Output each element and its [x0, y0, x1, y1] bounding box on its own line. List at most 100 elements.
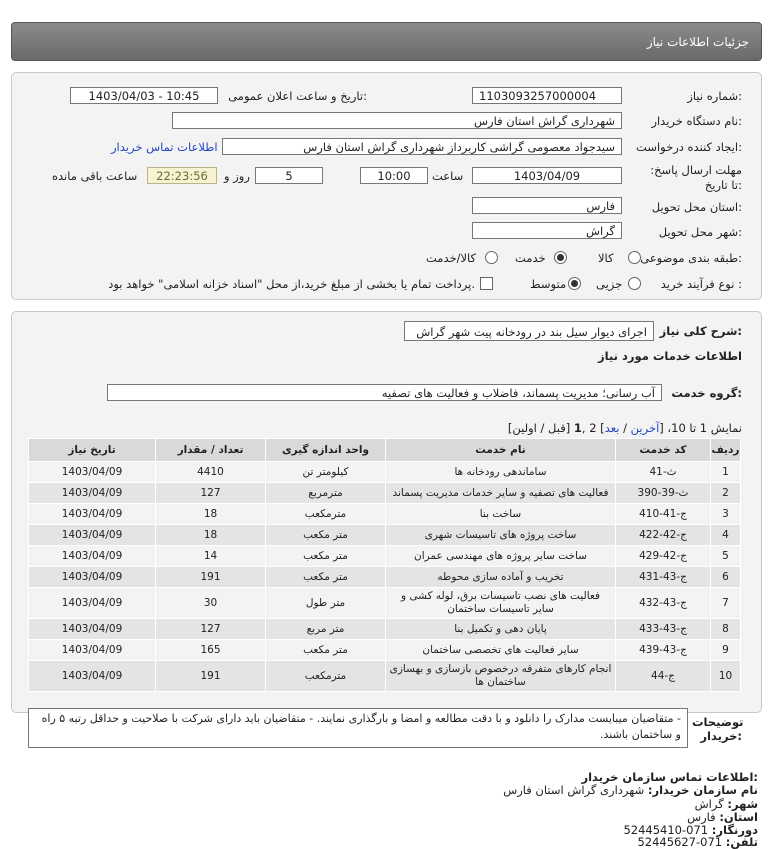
city-label: شهر محل تحویل:: [658, 225, 742, 239]
cell-quantity: 191: [155, 660, 266, 692]
contact-org-label: نام سازمان خریدار:: [647, 783, 758, 797]
contact-phone-value: 071-52445627: [637, 835, 723, 849]
process-label: نوع فرآیند خرید :: [660, 277, 742, 291]
cell-row-number: 3: [710, 503, 741, 525]
services-heading: اطلاعات خدمات مورد نیاز: [598, 349, 742, 363]
buyer-org-field: شهرداری گراش استان فارس: [172, 112, 622, 129]
buyer-contact-link[interactable]: اطلاعات تماس خریدار: [111, 140, 218, 154]
page-title: جزئیات اطلاعات نیاز: [646, 35, 749, 49]
pagination-prefix: نمایش 1 تا 10، [: [659, 421, 742, 435]
pagination-next-link[interactable]: بعد: [605, 421, 620, 435]
cell-quantity: 127: [155, 618, 266, 640]
cell-quantity: 127: [155, 482, 266, 504]
contact-org-value: شهرداری گراش استان فارس: [503, 783, 645, 797]
cell-unit: متر مربع: [265, 618, 386, 640]
cell-unit: متر مکعب: [265, 545, 386, 567]
table-row: 8 ج-43-433 پایان دهی و تکمیل بنا متر مربع 12…: [28, 618, 741, 640]
col-header-name: نام خدمت: [385, 438, 616, 462]
col-header-unit: واحد اندازه گیری: [265, 438, 386, 462]
service-group-field: آب رسانی؛ مدیریت پسماند، فاضلاب و فعالیت…: [107, 384, 662, 401]
payment-text: پرداخت تمام یا بخشی از مبلغ خرید،از محل …: [108, 277, 475, 291]
remaining-time-field: 22:23:56: [147, 167, 217, 184]
table-header-row: ردیف کد خدمت نام خدمت واحد اندازه گیری ت…: [28, 438, 741, 462]
process-radio-minor[interactable]: [628, 277, 641, 290]
cell-row-number: 7: [710, 587, 741, 619]
cell-quantity: 18: [155, 524, 266, 546]
contact-org: نام سازمان خریدار: شهرداری گراش استان فا…: [503, 783, 758, 797]
contact-city-value: گراش: [694, 797, 724, 811]
pagination-sep: /: [619, 421, 631, 435]
cell-quantity: 18: [155, 503, 266, 525]
province-label: استان محل تحویل:: [651, 200, 742, 214]
category-option-goods: کالا: [598, 251, 614, 265]
cell-service-code: ج-42-422: [615, 524, 711, 546]
announce-label: تاریخ و ساعت اعلان عمومی:: [228, 89, 367, 103]
cell-need-date: 1403/04/09: [28, 660, 156, 692]
announce-field: 1403/04/03 - 10:45: [70, 87, 218, 104]
need-number-field: 1103093257000004: [472, 87, 622, 104]
table-row: 3 ج-41-410 ساخت بنا مترمکعب 18 1403/04/09: [28, 503, 741, 525]
table-row: 7 ج-43-432 فعالیت های نصب تاسیسات برق، لول…: [28, 587, 741, 619]
cell-service-code: ج-44: [615, 660, 711, 692]
cell-service-code: ج-43-433: [615, 618, 711, 640]
contact-phone-label: تلفن:: [725, 835, 758, 849]
category-radio-goods[interactable]: [628, 251, 641, 264]
cell-unit: کیلومتر تن: [265, 461, 386, 483]
cell-need-date: 1403/04/09: [28, 587, 156, 619]
notes-label: توضیحات خریدار:: [692, 715, 744, 743]
cell-need-date: 1403/04/09: [28, 482, 156, 504]
cell-unit: متر مکعب: [265, 566, 386, 588]
process-option-medium: متوسط: [530, 277, 567, 291]
cell-need-date: 1403/04/09: [28, 618, 156, 640]
cell-need-date: 1403/04/09: [28, 524, 156, 546]
cell-unit: مترمکعب: [265, 503, 386, 525]
cell-quantity: 4410: [155, 461, 266, 483]
cell-need-date: 1403/04/09: [28, 545, 156, 567]
table-row: 6 ج-43-431 تخریب و آماده سازی محوطه متر مکع…: [28, 566, 741, 588]
cell-row-number: 10: [710, 660, 741, 692]
payment-checkbox[interactable]: [480, 277, 493, 290]
cell-service-name: تخریب و آماده سازی محوطه: [385, 566, 616, 588]
contact-city-label: شهر:: [727, 797, 758, 811]
category-label: طبقه بندی موضوعی:: [640, 251, 742, 265]
table-row: 10 ج-44 انجام کارهای متفرقه درخصوص بازسازی…: [28, 660, 741, 692]
cell-service-name: سایر فعالیت های تخصصی ساختمان: [385, 639, 616, 661]
cell-row-number: 6: [710, 566, 741, 588]
table-row: 4 ج-42-422 ساخت پروژه های تاسیسات شهری متر …: [28, 524, 741, 546]
cell-need-date: 1403/04/09: [28, 503, 156, 525]
creator-field: سیدجواد معصومی گراشی کاربرداز شهرداری گر…: [222, 138, 622, 155]
pagination-current: 1: [573, 421, 582, 435]
cell-service-name: ساماندهی رودخانه ها: [385, 461, 616, 483]
buyer-org-label: نام دستگاه خریدار:: [651, 114, 742, 128]
deadline-time-field: 10:00: [360, 167, 428, 184]
cell-unit: متر مکعب: [265, 639, 386, 661]
need-number-label: شماره نیاز:: [687, 89, 742, 103]
service-group-label: گروه خدمت:: [671, 386, 742, 400]
cell-need-date: 1403/04/09: [28, 566, 156, 588]
cell-service-name: ساخت سایر پروژه های مهندسی عمران: [385, 545, 616, 567]
cell-row-number: 2: [710, 482, 741, 504]
contact-province-label: استان:: [719, 810, 758, 824]
table-row: 2 ث-39-390 فعالیت های تصفیه و سایر خدمات م…: [28, 482, 741, 504]
category-option-goods-service: کالا/خدمت: [426, 251, 477, 265]
cell-unit: مترمکعب: [265, 660, 386, 692]
pagination-mid: ] 2 ,: [581, 421, 605, 435]
category-option-service: خدمت: [515, 251, 546, 265]
table-row: 9 ج-43-439 سایر فعالیت های تخصصی ساختمان مت…: [28, 639, 741, 661]
cell-service-code: ث-41: [615, 461, 711, 483]
category-radio-service[interactable]: [554, 251, 567, 264]
table-row: 1 ث-41 ساماندهی رودخانه ها کیلومتر تن 4410 14…: [28, 461, 741, 483]
process-radio-medium[interactable]: [568, 277, 581, 290]
deadline-date-field: 1403/04/09: [472, 167, 622, 184]
cell-row-number: 5: [710, 545, 741, 567]
cell-service-code: ج-42-429: [615, 545, 711, 567]
category-radio-goods-service[interactable]: [485, 251, 498, 264]
pagination-suffix: [قبل / اولین]: [507, 421, 574, 435]
cell-quantity: 191: [155, 566, 266, 588]
pagination-last-link[interactable]: آخرین: [631, 421, 660, 435]
col-header-row-number: ردیف: [710, 438, 741, 462]
cell-row-number: 8: [710, 618, 741, 640]
deadline-time-label: ساعت: [432, 169, 464, 183]
contact-city: شهر: گراش: [695, 797, 758, 811]
cell-service-name: ساخت پروژه های تاسیسات شهری: [385, 524, 616, 546]
